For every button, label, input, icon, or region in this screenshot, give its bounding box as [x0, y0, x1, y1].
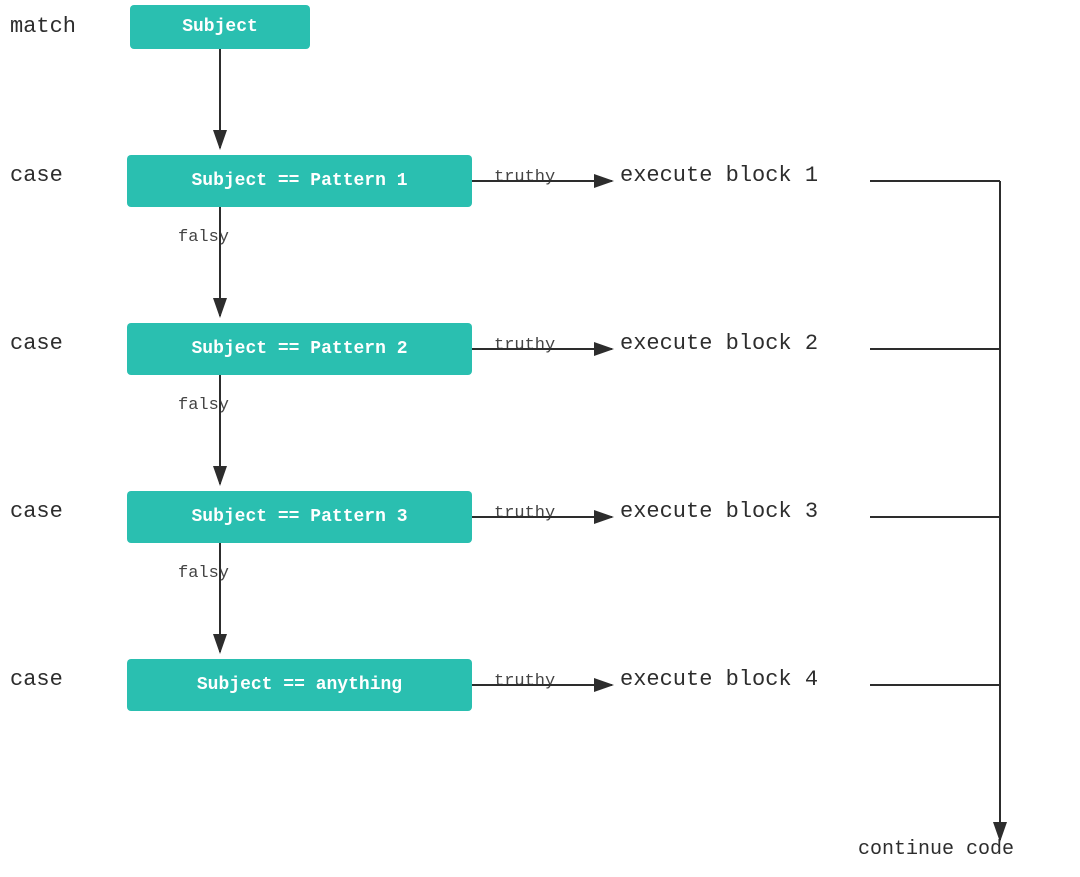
execute-label-3: execute block 3: [620, 499, 818, 524]
case-label-1: case: [10, 163, 63, 188]
case-label-4: case: [10, 667, 63, 692]
match-label: match: [10, 14, 76, 39]
continue-label: continue code: [858, 838, 1014, 861]
case-label-3: case: [10, 499, 63, 524]
diagram-arrows: [0, 0, 1080, 877]
case-label-2: case: [10, 331, 63, 356]
diagram: match Subject case case case case Subjec…: [0, 0, 1080, 877]
execute-label-2: execute block 2: [620, 331, 818, 356]
truthy-label-2: truthy: [494, 336, 555, 355]
falsy-label-3: falsy: [178, 564, 229, 583]
pattern-box-2: Subject == Pattern 2: [127, 323, 472, 375]
execute-label-4: execute block 4: [620, 667, 818, 692]
truthy-label-1: truthy: [494, 168, 555, 187]
falsy-label-1: falsy: [178, 228, 229, 247]
subject-box: Subject: [130, 5, 310, 49]
pattern-box-3: Subject == Pattern 3: [127, 491, 472, 543]
pattern-box-1: Subject == Pattern 1: [127, 155, 472, 207]
truthy-label-4: truthy: [494, 672, 555, 691]
pattern-box-4: Subject == anything: [127, 659, 472, 711]
truthy-label-3: truthy: [494, 504, 555, 523]
falsy-label-2: falsy: [178, 396, 229, 415]
execute-label-1: execute block 1: [620, 163, 818, 188]
